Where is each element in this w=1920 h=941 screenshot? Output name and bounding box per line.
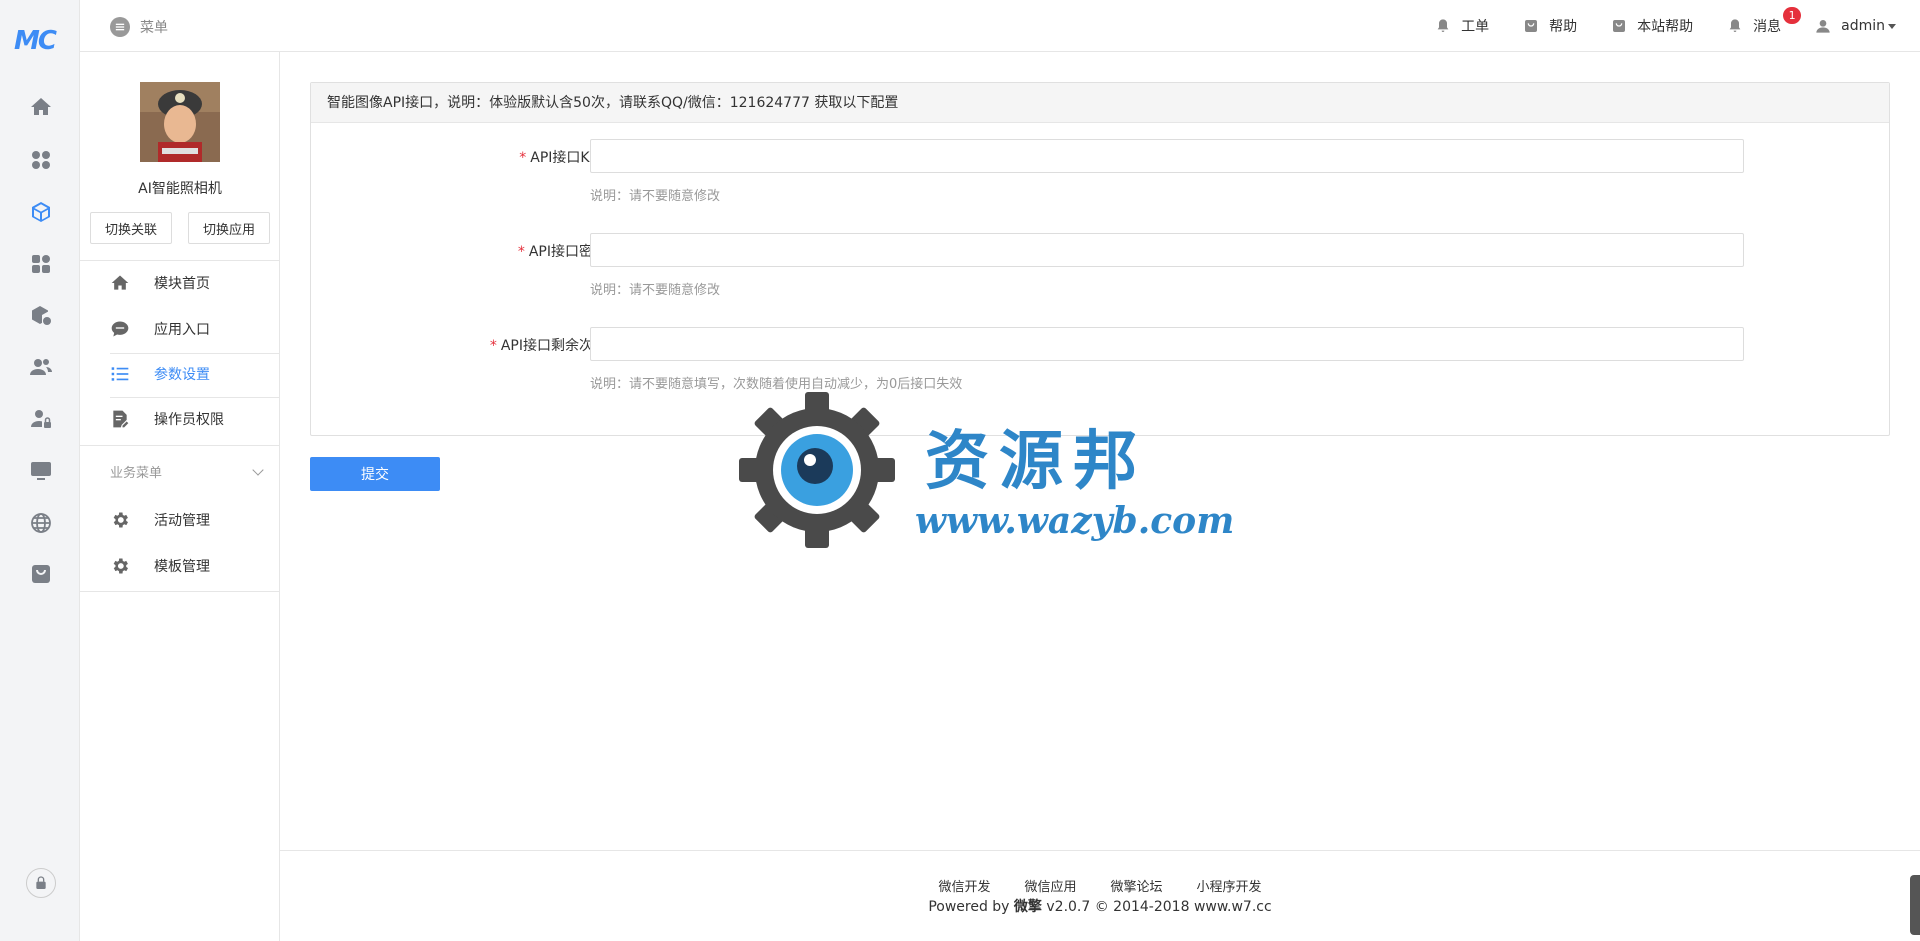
top-header: 菜单 工单 帮助 本站帮助 消息 1 admin [80,0,1920,52]
caret-down-icon [1888,23,1896,29]
sidebar-item-module-home[interactable]: 模块首页 [110,263,280,303]
module-sidebar: AI智能照相机 切换关联 切换应用 模块首页 应用入口 参数设置 操作员权限 业… [80,52,280,941]
lock-icon[interactable] [26,868,56,898]
list-icon [111,367,129,381]
powered-suffix: v2.0.7 © 2014-2018 www.w7.cc [1041,899,1272,915]
sidebar-item-params[interactable]: 参数设置 [110,354,280,394]
user-lock-icon[interactable] [26,404,56,434]
monitor-icon[interactable] [26,456,56,486]
user-name: admin [1841,18,1885,34]
chat-icon [111,321,129,337]
submit-button[interactable]: 提交 [310,457,440,491]
required-mark: * [519,150,527,166]
sidebar-item-label: 应用入口 [154,322,210,338]
sidebar-item-label: 模板管理 [154,559,210,575]
divider [80,591,280,592]
header-item-label: 消息 [1753,19,1782,35]
icon-rail: MC [0,0,80,941]
business-menu-group[interactable]: 业务菜单 [110,462,270,481]
divider [80,445,280,446]
globe-icon[interactable] [26,508,56,538]
api-config-panel: 智能图像API接口，说明：体验版默认含50次，请联系QQ/微信：12162477… [310,82,1890,436]
house-icon [111,275,129,290]
chevron-down-icon [252,463,264,476]
gear-eye-logo-icon [739,392,895,548]
users-icon[interactable] [26,352,56,382]
sidebar-item-label: 模块首页 [154,276,210,292]
side-scroll-handle[interactable] [1910,875,1920,935]
required-mark: * [517,244,525,260]
watermark-url: www.wazyb.com [915,500,1235,542]
bag-icon [1525,20,1538,32]
divider [80,260,280,261]
api-secret-input[interactable] [590,233,1744,267]
footer-powered-by: Powered by 微擎 v2.0.7 © 2014-2018 www.w7.… [280,896,1920,916]
bell-icon [1729,19,1741,32]
app-name: AI智能照相机 [138,181,222,197]
message-badge: 1 [1783,7,1802,24]
header-item-site-help[interactable]: 本站帮助 [1611,16,1693,36]
bag-icon[interactable] [26,559,56,589]
sidebar-item-app-entry[interactable]: 应用入口 [110,309,280,349]
switch-link-button[interactable]: 切换关联 [90,212,172,244]
home-icon[interactable] [26,92,56,122]
switch-app-button[interactable]: 切换应用 [188,212,270,244]
field-help: 说明：请不要随意修改 [590,189,721,204]
cube-icon[interactable] [26,197,56,227]
header-item-help[interactable]: 帮助 [1523,16,1577,36]
required-mark: * [489,338,497,354]
menu-icon [110,17,130,37]
panel-title: 智能图像API接口，说明：体验版默认含50次，请联系QQ/微信：12162477… [311,83,1889,123]
watermark: 资源邦 www.wazyb.com [735,390,1234,550]
gear-icon [113,512,128,528]
logo[interactable]: MC [14,26,57,56]
user-icon [1816,20,1830,33]
sidebar-item-label: 参数设置 [154,367,210,383]
footer-divider [280,850,1920,851]
sidebar-item-label: 活动管理 [154,513,210,529]
api-key-input[interactable] [590,139,1744,173]
header-item-label: 工单 [1461,19,1490,35]
divider [110,397,280,398]
footer-link-wechat-apps[interactable]: 微信应用 [1024,876,1076,895]
bag-icon [1613,20,1626,32]
app-avatar [140,82,220,162]
watermark-title: 资源邦 [925,424,1147,499]
apps-icon[interactable] [26,145,56,175]
user-menu[interactable]: admin [1815,18,1896,34]
modules-icon[interactable] [26,249,56,279]
powered-brand[interactable]: 微擎 [1014,899,1042,915]
package-settings-icon[interactable] [26,301,56,331]
group-label: 业务菜单 [110,466,163,481]
field-help: 说明：请不要随意修改 [590,283,721,298]
header-item-messages[interactable]: 消息 1 [1727,7,1802,36]
sidebar-item-template-mgmt[interactable]: 模板管理 [110,546,280,586]
header-item-ticket[interactable]: 工单 [1435,16,1489,36]
menu-label: 菜单 [140,20,168,36]
footer-links: 微信开发 微信应用 微擎论坛 小程序开发 [280,876,1920,895]
sidebar-item-activity-mgmt[interactable]: 活动管理 [110,500,280,540]
header-item-label: 本站帮助 [1637,19,1694,35]
footer-link-wechat-dev[interactable]: 微信开发 [938,876,990,895]
header-item-label: 帮助 [1549,19,1578,35]
api-remaining-input[interactable] [590,327,1744,361]
footer-link-forum[interactable]: 微擎论坛 [1111,876,1163,895]
powered-prefix: Powered by [928,899,1014,915]
sidebar-item-operator-perms[interactable]: 操作员权限 [110,399,280,439]
bell-icon [1437,19,1449,32]
edit-doc-icon [113,410,129,428]
gear-icon [113,558,128,574]
sidebar-item-label: 操作员权限 [154,412,224,428]
menu-toggle[interactable]: 菜单 [110,17,168,37]
footer-link-miniprogram-dev[interactable]: 小程序开发 [1197,876,1262,895]
